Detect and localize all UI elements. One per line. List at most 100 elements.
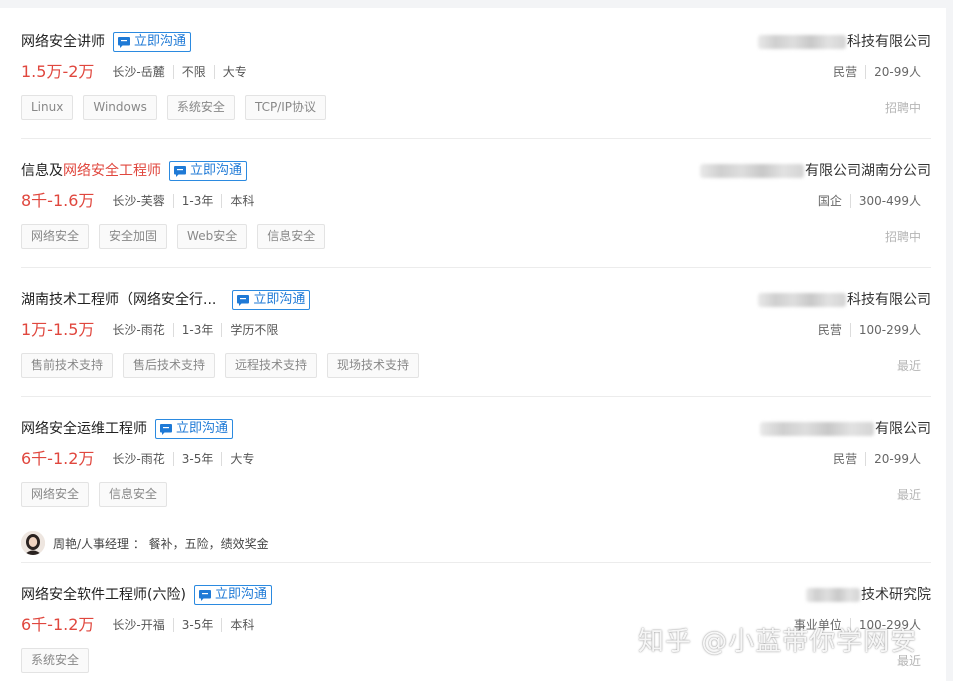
salary: 1万-1.5万 [21, 320, 95, 339]
skill-tags: Linux Windows 系统安全 TCP/IP协议 [21, 95, 326, 120]
divider [21, 267, 931, 268]
skill-tag: 信息安全 [257, 224, 326, 249]
chat-now-label: 立即沟通 [134, 34, 187, 49]
hiring-status: 最近 [896, 359, 921, 373]
job-meta-row: 1万-1.5万 长沙-雨花 1-3年 学历不限 [21, 319, 278, 341]
job-listing-page: 网络安全讲师 立即沟通 1.5万-2万 长沙-岳麓 不限 大专 Linux Wi… [0, 0, 953, 681]
company-type: 国企 [817, 194, 842, 208]
redacted-company-prefix [758, 293, 846, 307]
job-card[interactable]: 网络安全运维工程师 立即沟通 6千-1.2万 长沙-雨花 3-5年 大专 网络安… [0, 418, 946, 560]
skill-tags: 售前技术支持 售后技术支持 远程技术支持 现场技术支持 [21, 353, 420, 378]
recruiter-row: 周艳/人事经理 ： 餐补，五险，绩效奖金 [21, 530, 269, 556]
divider [221, 194, 223, 208]
skill-tag: Windows [83, 95, 157, 120]
chat-now-label: 立即沟通 [253, 292, 306, 307]
education: 大专 [230, 452, 255, 466]
job-title[interactable]: 信息及网络安全工程师 [21, 160, 161, 182]
chat-bubble-icon [118, 36, 130, 48]
chat-now-button[interactable]: 立即沟通 [193, 585, 272, 605]
chat-bubble-icon [237, 294, 250, 306]
company-name-suffix: 有限公司湖南分公司 [805, 163, 931, 179]
education: 本科 [230, 618, 255, 632]
location: 长沙-雨花 [112, 452, 165, 466]
job-title[interactable]: 湖南技术工程师（网络安全行... [21, 289, 216, 311]
skill-tag: Linux [21, 95, 74, 120]
skill-tag: 远程技术支持 [225, 353, 318, 378]
company-name[interactable]: 科技有限公司 [758, 289, 931, 311]
divider [213, 65, 215, 79]
company-meta: 民营 20-99人 [833, 61, 921, 83]
education: 本科 [230, 194, 255, 208]
salary: 8千-1.6万 [21, 191, 95, 210]
salary: 6千-1.2万 [21, 449, 95, 468]
company-name[interactable]: 有限公司湖南分公司 [700, 160, 931, 182]
job-list: 网络安全讲师 立即沟通 1.5万-2万 长沙-岳麓 不限 大专 Linux Wi… [0, 8, 946, 681]
chat-now-button[interactable]: 立即沟通 [113, 32, 192, 52]
location: 长沙-芙蓉 [112, 194, 165, 208]
chat-bubble-icon [198, 589, 211, 601]
experience: 3-5年 [181, 618, 214, 632]
redacted-company-prefix [700, 164, 804, 178]
job-card[interactable]: 网络安全讲师 立即沟通 1.5万-2万 长沙-岳麓 不限 大专 Linux Wi… [0, 31, 946, 141]
divider [221, 323, 223, 337]
divider [849, 323, 851, 337]
experience: 不限 [181, 65, 206, 79]
skill-tag: TCP/IP协议 [244, 95, 326, 120]
divider [849, 194, 851, 208]
redacted-company-prefix [758, 35, 846, 49]
chat-now-label: 立即沟通 [214, 587, 267, 602]
divider [865, 65, 867, 79]
job-title-row: 信息及网络安全工程师 立即沟通 [21, 160, 248, 182]
company-name[interactable]: 有限公司 [760, 418, 931, 440]
job-card[interactable]: 信息及网络安全工程师 立即沟通 8千-1.6万 长沙-芙蓉 1-3年 本科 网络… [0, 160, 946, 270]
education: 学历不限 [230, 323, 279, 337]
company-type: 民营 [817, 323, 842, 337]
company-size: 100-299人 [858, 323, 921, 337]
skill-tag: 网络安全 [21, 482, 90, 507]
location: 长沙-岳麓 [112, 65, 165, 79]
company-meta: 国企 300-499人 [818, 190, 921, 212]
company-meta: 民营 20-99人 [833, 448, 921, 470]
divider [172, 618, 174, 632]
job-title[interactable]: 网络安全软件工程师(六险) [21, 584, 186, 606]
chat-now-button[interactable]: 立即沟通 [155, 419, 234, 439]
recruiter-avatar[interactable] [21, 531, 45, 555]
education: 大专 [222, 65, 247, 79]
job-card[interactable]: 湖南技术工程师（网络安全行... 立即沟通 1万-1.5万 长沙-雨花 1-3年… [0, 289, 946, 399]
company-type: 民营 [833, 65, 858, 79]
company-name[interactable]: 技术研究院 [806, 584, 931, 606]
company-name-suffix: 科技有限公司 [847, 34, 931, 50]
chat-bubble-icon [174, 165, 186, 177]
hiring-status: 招聘中 [884, 230, 921, 244]
hiring-status: 最近 [896, 488, 921, 502]
experience: 1-3年 [181, 194, 214, 208]
experience: 3-5年 [181, 452, 214, 466]
divider [21, 562, 931, 563]
watermark: 知乎 @小蓝带你学网安 [638, 627, 918, 657]
divider [172, 65, 174, 79]
skill-tag: 系统安全 [21, 648, 90, 673]
company-size: 20-99人 [874, 452, 921, 466]
company-name[interactable]: 科技有限公司 [758, 31, 931, 53]
redacted-company-prefix [760, 422, 874, 436]
skill-tags: 网络安全 信息安全 [21, 482, 168, 507]
divider [221, 618, 223, 632]
chat-now-button[interactable]: 立即沟通 [169, 161, 248, 181]
divider [172, 194, 174, 208]
divider [865, 452, 867, 466]
company-name-suffix: 科技有限公司 [847, 292, 931, 308]
divider [221, 452, 223, 466]
job-title-row: 网络安全软件工程师(六险) 立即沟通 [21, 584, 272, 606]
job-meta-row: 1.5万-2万 长沙-岳麓 不限 大专 [21, 61, 247, 83]
skill-tag: 信息安全 [99, 482, 168, 507]
hiring-status: 招聘中 [884, 101, 921, 115]
chat-now-button[interactable]: 立即沟通 [232, 290, 311, 310]
job-title[interactable]: 网络安全运维工程师 [21, 418, 147, 440]
job-title-row: 湖南技术工程师（网络安全行... 立即沟通 [21, 289, 311, 311]
company-name-suffix: 技术研究院 [861, 587, 931, 603]
divider [21, 396, 931, 397]
job-title[interactable]: 网络安全讲师 [21, 31, 105, 53]
skill-tags: 网络安全 安全加固 Web安全 信息安全 [21, 224, 326, 249]
skill-tag: 售前技术支持 [21, 353, 114, 378]
chat-now-label: 立即沟通 [176, 421, 229, 436]
